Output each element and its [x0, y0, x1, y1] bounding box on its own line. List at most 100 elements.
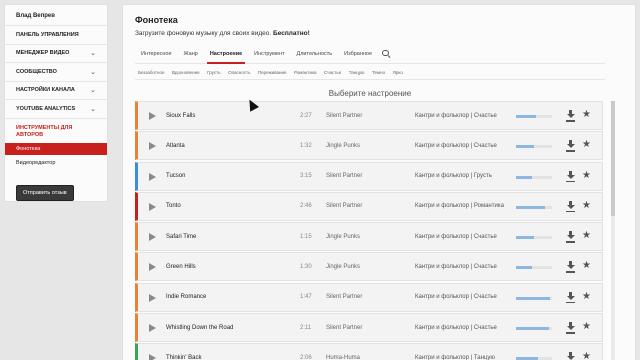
track-row[interactable]: Safari Time 1:15 Jingle Punks Кантри и фоль… — [135, 222, 603, 252]
chevron-down-icon[interactable]: ⌄ — [90, 86, 96, 94]
page-subtitle: Загрузите фоновую музыку для своих видео… — [135, 30, 310, 37]
track-row[interactable]: Tucson 3:15 Silent Partner Кантри и фолькло… — [135, 161, 603, 191]
popularity-bar — [516, 175, 552, 179]
track-artist[interactable]: Huma-Huma — [326, 355, 360, 360]
play-icon[interactable] — [149, 263, 156, 272]
track-row[interactable]: Indie Romance 1:47 Silent Partner Кантри и … — [135, 282, 603, 312]
tab-item[interactable]: Длительность — [291, 44, 339, 64]
download-icon-base — [566, 271, 575, 273]
popularity-bar — [516, 115, 552, 118]
mood-filter[interactable]: Вдохновение — [172, 70, 200, 75]
track-genre: Кантри и фольклор | Счастье — [415, 294, 497, 301]
tab-item[interactable]: Интересное — [135, 44, 178, 64]
track-artist[interactable]: Jingle Punks — [326, 143, 360, 149]
track-duration: 1:32 — [300, 142, 312, 149]
sidebar-item[interactable]: Настройки канала ⌄ — [5, 80, 107, 100]
track-artist[interactable]: Jingle Punks — [326, 234, 360, 240]
mood-header: Выберите настроение — [328, 89, 412, 98]
tab-item[interactable]: Настроение — [204, 44, 248, 64]
popularity-bar — [516, 296, 552, 300]
popularity-bar — [516, 145, 552, 149]
star-icon[interactable]: ★ — [582, 352, 591, 360]
mood-filter[interactable]: Опасность — [228, 70, 250, 75]
download-icon-base — [566, 241, 575, 243]
scrollbar-thumb[interactable] — [611, 101, 615, 216]
track-duration: 2:46 — [300, 203, 312, 210]
track-artist[interactable]: Silent Partner — [326, 173, 362, 179]
star-icon[interactable]: ★ — [582, 200, 591, 211]
download-icon[interactable] — [566, 352, 576, 360]
sidebar: Влад Вепрев Панель управления Менеджер ви… — [4, 4, 108, 202]
tab-item[interactable]: Инструмент — [248, 44, 290, 64]
sidebar-item[interactable]: Менеджер видео ⌄ — [5, 43, 107, 63]
star-icon[interactable]: ★ — [582, 140, 591, 150]
track-title: Indie Romance — [166, 294, 207, 301]
play-icon[interactable] — [149, 172, 156, 181]
mood-filter[interactable]: Ярко — [393, 70, 403, 75]
track-row[interactable]: Green Hills 1:30 Jingle Punks Кантри и фоль… — [135, 252, 603, 282]
tab-item[interactable]: Жанр — [178, 44, 204, 64]
track-row[interactable]: Sioux Falls 2:27 Silent Partner Кантри и фо… — [135, 101, 603, 130]
sidebar-item-audio-library[interactable]: Фонотека — [5, 142, 107, 155]
star-icon[interactable]: ★ — [582, 291, 591, 302]
track-genre: Кантри и фольклор | Счастье — [415, 263, 497, 270]
chevron-down-icon[interactable]: ⌄ — [90, 49, 96, 57]
sidebar-item[interactable]: YouTube Analytics ⌄ — [5, 99, 107, 118]
search-icon[interactable] — [382, 49, 390, 58]
download-icon-base — [566, 301, 575, 304]
page-title: Фонотека — [135, 15, 178, 25]
sidebar-item-label: Панель управления — [16, 31, 79, 38]
track-artist[interactable]: Silent Partner — [326, 203, 362, 209]
mood-filter[interactable]: Романтика — [294, 70, 317, 75]
track-duration: 1:15 — [300, 233, 312, 240]
play-icon[interactable] — [149, 112, 156, 120]
play-icon[interactable] — [149, 202, 156, 211]
track-row[interactable]: Atlanta 1:32 Jingle Punks Кантри и фольклор… — [135, 131, 603, 161]
track-row[interactable]: Thinkin' Back 2:06 Huma-Huma Кантри и фольк… — [135, 343, 603, 360]
play-icon[interactable] — [149, 324, 156, 333]
send-feedback-button[interactable]: Отправить отзыв — [16, 184, 74, 201]
sidebar-item[interactable]: Сообщество ⌄ — [5, 62, 107, 81]
popularity-fill — [516, 175, 533, 179]
user-name[interactable]: Влад Вепрев — [5, 5, 107, 25]
popularity-bar — [516, 266, 552, 270]
track-title: Sioux Falls — [166, 112, 196, 119]
sidebar-item[interactable]: Панель управления — [5, 25, 107, 44]
track-duration: 1:47 — [300, 294, 312, 301]
popularity-bar — [516, 327, 552, 331]
track-row[interactable]: Tonto 2:46 Silent Partner Кантри и фольклор… — [135, 191, 603, 221]
play-icon[interactable] — [149, 142, 156, 151]
track-artist[interactable]: Jingle Punks — [326, 264, 360, 270]
track-row[interactable]: Whistling Down the Road 2:11 Silent Partne… — [135, 313, 603, 343]
chevron-down-icon[interactable]: ⌄ — [90, 105, 96, 113]
sidebar-item-video-editor[interactable]: Видеоредактор — [5, 155, 107, 171]
track-artist[interactable]: Silent Partner — [326, 325, 362, 331]
creator-tools-section[interactable]: Инструменты для авторов — [5, 117, 107, 141]
play-icon[interactable] — [149, 233, 156, 242]
track-title: Atlanta — [166, 142, 185, 149]
mood-filter[interactable]: Грусть — [207, 70, 221, 75]
tab-item[interactable]: Избранное — [338, 44, 378, 64]
tab-bar: Интересное Жанр Настроение Инструмент Длител… — [135, 44, 605, 64]
track-artist[interactable]: Silent Partner — [326, 294, 362, 300]
sidebar-item-label: Сообщество — [16, 68, 57, 75]
mood-filter[interactable]: Танцую — [349, 70, 365, 75]
play-icon[interactable] — [149, 354, 156, 360]
mood-filter[interactable]: Переживание — [258, 70, 287, 75]
star-icon[interactable]: ★ — [582, 322, 591, 332]
download-icon-base — [566, 210, 575, 213]
track-genre: Кантри и фольклор | Грусть — [415, 173, 492, 180]
mood-filter[interactable]: Счастье — [324, 70, 341, 75]
mood-filter[interactable]: Беззаботное — [138, 70, 164, 75]
track-artist[interactable]: Silent Partner — [326, 113, 362, 119]
star-icon[interactable]: ★ — [582, 170, 591, 181]
star-icon[interactable]: ★ — [582, 110, 591, 120]
play-icon[interactable] — [149, 293, 156, 302]
mood-filter[interactable]: Темно — [372, 70, 385, 75]
star-icon[interactable]: ★ — [582, 261, 591, 271]
chevron-down-icon[interactable]: ⌄ — [90, 68, 96, 76]
mood-filter-bar: Беззаботное Вдохновение Грусть Опасность Пер… — [135, 65, 605, 80]
subtitle-text: Загрузите фоновую музыку для своих видео… — [135, 30, 272, 37]
star-icon[interactable]: ★ — [582, 231, 591, 241]
popularity-fill — [516, 145, 534, 149]
